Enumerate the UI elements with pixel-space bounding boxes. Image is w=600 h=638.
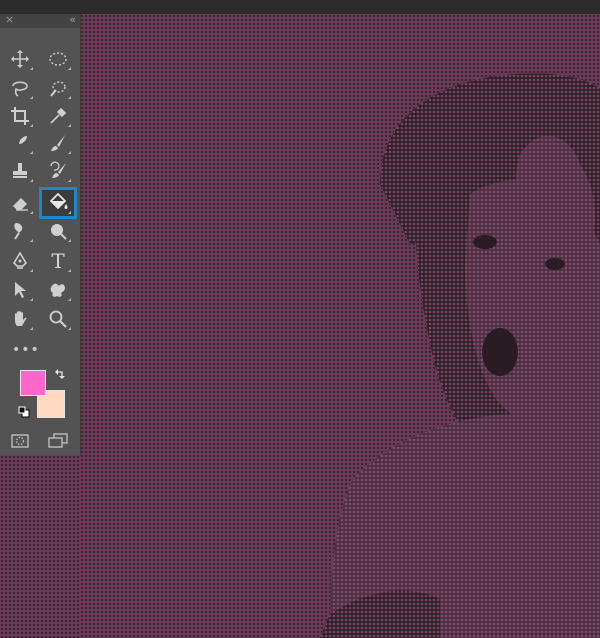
dodge-tool-button[interactable] bbox=[42, 218, 74, 244]
tools-panel-header: × « bbox=[0, 13, 80, 28]
eraser-tool-button[interactable] bbox=[4, 190, 36, 216]
pen-icon bbox=[12, 251, 28, 269]
history-brush-icon bbox=[50, 161, 66, 178]
paint-bucket-tool-button[interactable] bbox=[39, 187, 77, 219]
swap-colors-icon[interactable] bbox=[54, 368, 66, 380]
quick-selection-tool-button[interactable] bbox=[42, 75, 74, 101]
halftone-portrait-image bbox=[320, 73, 600, 638]
pen-tool-button[interactable] bbox=[4, 248, 36, 274]
healing-brush-icon bbox=[13, 136, 27, 150]
default-colors-icon[interactable] bbox=[18, 406, 30, 418]
custom-shape-tool-button[interactable] bbox=[42, 277, 74, 303]
brush-icon bbox=[51, 135, 65, 151]
quick-mask-icon bbox=[11, 434, 29, 448]
quick-mask-button[interactable] bbox=[4, 428, 36, 454]
paint-bucket-icon bbox=[49, 192, 68, 210]
screen-mode-icon bbox=[48, 433, 68, 448]
tools-panel: × « T ••• bbox=[0, 13, 81, 455]
crop-tool-button[interactable] bbox=[4, 103, 36, 129]
hand-tool-button[interactable] bbox=[4, 306, 36, 332]
move-icon bbox=[11, 50, 29, 68]
elliptical-marquee-icon bbox=[49, 52, 67, 66]
eraser-icon bbox=[13, 198, 28, 211]
path-selection-icon bbox=[15, 282, 26, 298]
healing-brush-tool-button[interactable] bbox=[4, 130, 36, 156]
collapse-panel-icon[interactable]: « bbox=[69, 13, 76, 26]
color-swatches bbox=[8, 360, 72, 422]
clone-stamp-icon bbox=[13, 163, 27, 178]
lasso-tool-button[interactable] bbox=[4, 75, 36, 101]
eyedropper-tool-button[interactable] bbox=[42, 103, 74, 129]
document-canvas-left[interactable] bbox=[0, 455, 80, 638]
path-selection-tool-button[interactable] bbox=[4, 277, 36, 303]
quick-selection-icon bbox=[50, 81, 66, 97]
screen-mode-button[interactable] bbox=[42, 428, 74, 454]
brush-tool-button[interactable] bbox=[42, 130, 74, 156]
custom-shape-icon bbox=[50, 283, 65, 297]
foreground-color-swatch[interactable] bbox=[20, 370, 46, 396]
more-tools-button[interactable]: ••• bbox=[12, 342, 40, 358]
history-brush-tool-button[interactable] bbox=[42, 158, 74, 184]
close-panel-icon[interactable]: × bbox=[5, 13, 14, 26]
type-icon: T bbox=[51, 249, 65, 273]
smudge-icon bbox=[14, 223, 23, 240]
marquee-tool-button[interactable] bbox=[42, 46, 74, 72]
top-bar bbox=[0, 0, 600, 14]
move-tool-button[interactable] bbox=[4, 46, 36, 72]
clone-stamp-tool-button[interactable] bbox=[4, 158, 36, 184]
zoom-tool-button[interactable] bbox=[42, 306, 74, 332]
lasso-icon bbox=[12, 81, 28, 97]
dodge-icon bbox=[51, 224, 67, 240]
type-tool-button[interactable]: T bbox=[42, 248, 74, 274]
zoom-icon bbox=[49, 310, 67, 328]
crop-icon bbox=[11, 107, 29, 125]
smudge-tool-button[interactable] bbox=[4, 218, 36, 244]
document-canvas[interactable] bbox=[80, 14, 600, 638]
hand-icon bbox=[15, 311, 27, 326]
eyedropper-icon bbox=[50, 107, 67, 124]
